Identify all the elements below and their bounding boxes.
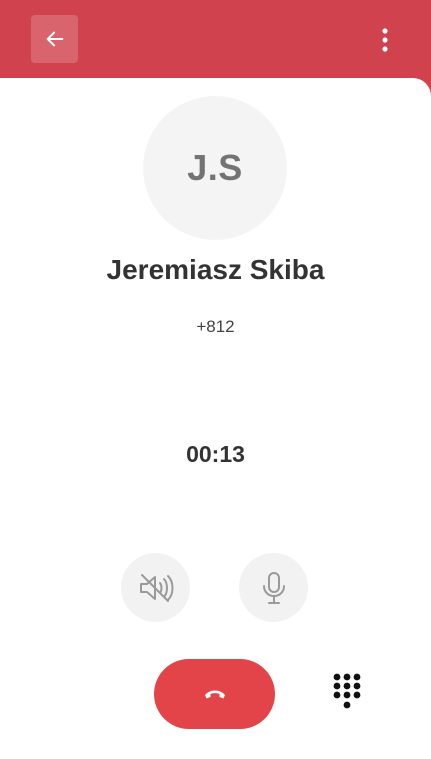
- back-button[interactable]: [31, 15, 78, 63]
- call-card: J.S Jeremiasz Skiba +812 00:13: [0, 78, 431, 759]
- app-header: [0, 0, 431, 80]
- speaker-muted-icon: [139, 573, 173, 602]
- avatar: J.S: [143, 96, 287, 240]
- dialpad-icon: [333, 673, 361, 709]
- speaker-button[interactable]: [121, 553, 190, 622]
- dialpad-button[interactable]: [325, 668, 369, 720]
- contact-number: +812: [196, 317, 235, 336]
- phone-hangup-icon: [204, 690, 225, 699]
- more-options-button[interactable]: [368, 20, 402, 60]
- microphone-icon: [262, 571, 285, 604]
- contact-name: Jeremiasz Skiba: [106, 254, 325, 285]
- call-timer: 00:13: [186, 441, 245, 467]
- more-vertical-icon: [382, 28, 388, 52]
- microphone-button[interactable]: [239, 553, 308, 622]
- arrow-left-icon: [46, 31, 63, 47]
- avatar-initials: J.S: [187, 147, 243, 188]
- hang-up-button[interactable]: [154, 659, 275, 729]
